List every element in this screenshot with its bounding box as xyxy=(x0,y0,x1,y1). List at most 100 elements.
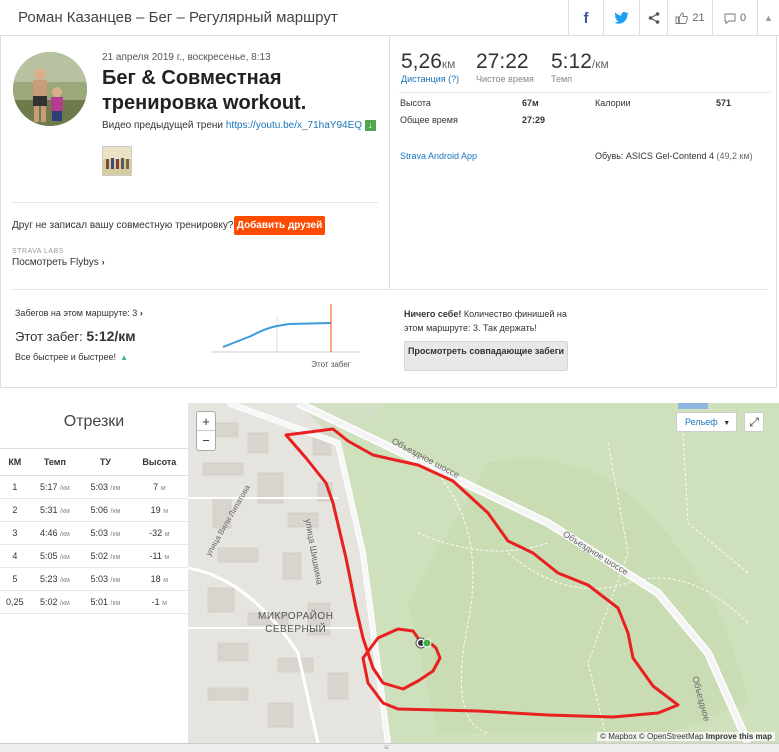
pace-unit: /км xyxy=(110,577,121,584)
elevation-unit: м xyxy=(163,577,168,584)
split-km: 4 xyxy=(0,544,30,568)
map-style-dropdown[interactable]: Рельеф ▼ xyxy=(676,412,737,432)
split-pace: 5:02 /км xyxy=(29,590,81,614)
pace-unit: /км xyxy=(110,485,121,492)
split-gap-value: 5:06 xyxy=(90,505,108,515)
chevron-right-icon: › xyxy=(139,308,143,318)
pace-unit: /км xyxy=(110,508,121,515)
pace-unit: /км xyxy=(60,531,70,538)
thumbs-up-icon xyxy=(675,12,689,24)
add-friends-button[interactable]: Добавить друзей xyxy=(234,216,325,235)
map-attribution: © Mapbox © OpenStreetMap Improve this ma… xyxy=(597,732,775,741)
split-pace-value: 5:31 xyxy=(39,505,58,515)
split-pace-value: 5:17 xyxy=(39,482,58,492)
strava-labs-label: STRAVA LABS xyxy=(12,248,64,255)
pace-unit: /км xyxy=(60,508,70,515)
fullscreen-icon[interactable]: ⤢ xyxy=(744,412,764,432)
split-gap: 5:03 /км xyxy=(80,567,131,591)
description-link[interactable]: https://youtu.be/x_71haY94EQ xyxy=(226,120,362,131)
compare-runs-button[interactable]: Просмотреть совпадающие забеги xyxy=(404,341,568,371)
friend-prompt: Друг не записал вашу совместную трениров… xyxy=(12,220,234,231)
split-pace-value: 5:05 xyxy=(39,551,58,561)
elevation-value: 67м xyxy=(522,98,539,108)
pace-unit: /км xyxy=(110,554,121,561)
chart-this-run-label: Этот забег xyxy=(311,360,351,369)
chevron-right-icon: › xyxy=(101,257,105,267)
osm-credit[interactable]: © OpenStreetMap xyxy=(639,732,704,741)
split-pace: 5:05 /км xyxy=(29,544,81,568)
start-marker-icon xyxy=(422,638,432,648)
zoom-in-button[interactable]: + xyxy=(197,412,215,431)
route-efforts-label: Забегов на этом маршруте: 3 xyxy=(15,308,138,318)
elapsed-time-label: Общее время xyxy=(400,115,458,125)
split-km: 2 xyxy=(0,498,30,522)
split-pace-value: 5:02 xyxy=(39,597,58,607)
route-map[interactable]: Объездное шоссе Объездное шоссе улица Ши… xyxy=(188,403,779,743)
map-canvas xyxy=(188,403,779,743)
route-message-bold: Ничего себе! xyxy=(404,309,462,319)
elevation-label: Высота xyxy=(400,98,431,108)
pace-unit: /км xyxy=(60,554,70,561)
split-pace: 5:31 /км xyxy=(29,498,81,522)
elevation-unit: м xyxy=(164,531,170,538)
table-row: 2 5:31 /км 5:06 /км 19 м xyxy=(0,498,188,522)
split-gap-value: 5:03 xyxy=(90,482,108,492)
gear-label: Обувь: ASICS Gel-Contend 4 xyxy=(595,151,714,161)
improve-map-link[interactable]: Improve this map xyxy=(706,732,772,741)
facebook-icon[interactable]: f xyxy=(568,0,603,36)
pace-unit: /км xyxy=(60,577,70,584)
chevron-up-icon[interactable]: ▲ xyxy=(757,0,779,36)
this-run-pace: Этот забег: 5:12/км xyxy=(15,328,136,344)
table-row: 3 4:46 /км 5:03 /км -32 м xyxy=(0,521,188,545)
split-elevation-value: -32 xyxy=(149,528,163,538)
zoom-control: + − xyxy=(196,411,216,451)
split-elevation: 7 м xyxy=(130,475,188,499)
comment-icon xyxy=(724,13,736,24)
trend-text: Все быстрее и быстрее! ▲ xyxy=(15,352,128,362)
route-efforts-link[interactable]: Забегов на этом маршруте: 3 › xyxy=(15,308,143,318)
split-elevation: 18 м xyxy=(130,567,188,591)
stat-moving-time: 27:22 Чистое время xyxy=(476,50,534,84)
pace-unit: /км xyxy=(60,485,70,492)
elevation-unit: м xyxy=(164,554,170,561)
split-gap: 5:03 /км xyxy=(80,475,131,499)
kudos-count: 21 xyxy=(692,12,705,24)
calories-label: Калории xyxy=(595,98,631,108)
route-progress-chart: Этот забег xyxy=(211,304,359,369)
flybys-link[interactable]: Посмотреть Flybys › xyxy=(12,257,105,268)
distance-unit: км xyxy=(441,57,456,71)
caret-down-icon: ▼ xyxy=(723,420,731,427)
device-link[interactable]: Strava Android App xyxy=(400,151,477,161)
kudos-button[interactable]: 21 xyxy=(667,0,712,36)
pace-unit: /км xyxy=(591,57,609,71)
gear-info: Обувь: ASICS Gel-Contend 4 (49,2 км) xyxy=(595,151,753,161)
zoom-out-button[interactable]: − xyxy=(197,431,215,450)
split-elevation: -1 м xyxy=(130,590,188,614)
distance-label[interactable]: Дистанция (?) xyxy=(401,74,459,84)
share-toolbar: f 21 0 ▲ xyxy=(568,0,779,36)
column-header-gap: ТУ xyxy=(80,448,131,476)
resize-handle[interactable]: ≡ xyxy=(0,743,779,752)
split-pace-value: 4:46 xyxy=(39,528,58,538)
split-pace: 5:23 /км xyxy=(29,567,81,591)
split-gap: 5:06 /км xyxy=(80,498,131,522)
photo-thumbnail[interactable] xyxy=(102,146,132,176)
split-elevation: -11 м xyxy=(130,544,188,568)
share-icon[interactable] xyxy=(639,0,667,36)
twitter-icon[interactable] xyxy=(603,0,639,36)
mapbox-credit[interactable]: © Mapbox xyxy=(600,732,637,741)
trend-label: Все быстрее и быстрее! xyxy=(15,352,117,362)
column-header-pace: Темп xyxy=(29,448,81,476)
avatar[interactable] xyxy=(13,52,87,126)
description-text: Видео предыдущей трени xyxy=(102,120,224,132)
download-icon[interactable]: ↓ xyxy=(364,120,376,131)
split-km: 1 xyxy=(0,475,30,499)
split-pace: 4:46 /км xyxy=(29,521,81,545)
distance-value: 5,26 xyxy=(401,50,442,73)
split-gap-value: 5:01 xyxy=(90,597,108,607)
elevation-unit: м xyxy=(163,508,168,515)
table-row: 1 5:17 /км 5:03 /км 7 м xyxy=(0,475,188,499)
comments-button[interactable]: 0 xyxy=(712,0,757,36)
route-message: Ничего себе! Количество финишей на этом … xyxy=(404,307,579,335)
split-elevation-value: -1 xyxy=(151,597,160,607)
